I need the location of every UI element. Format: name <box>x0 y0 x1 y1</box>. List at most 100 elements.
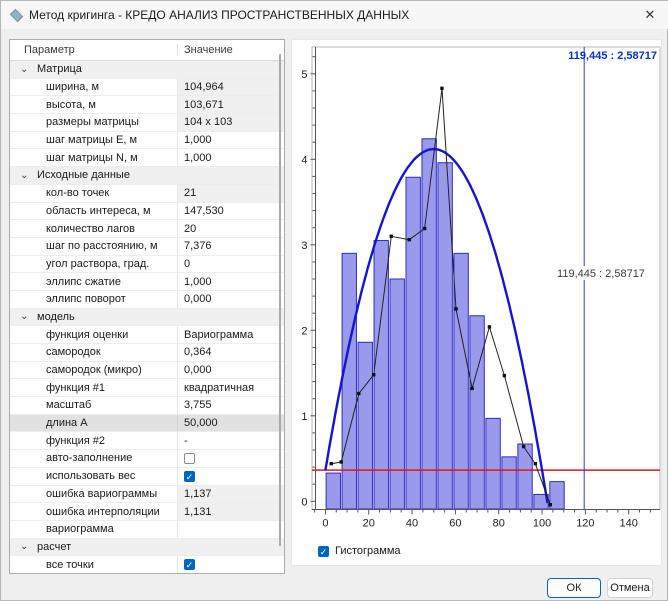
parameter-table: Параметр Значение ⌄Матрицаширина, м104,9… <box>9 39 285 574</box>
histogram-bar <box>406 177 420 509</box>
y-tick-label: 5 <box>301 69 307 81</box>
param-row[interactable]: ширина, м104,964 <box>10 79 284 97</box>
variogram-chart-panel: 020406080100120140012345119,445 : 2,5871… <box>291 39 662 566</box>
variogram-chart[interactable]: 020406080100120140012345119,445 : 2,5871… <box>292 40 663 567</box>
param-label: все точки <box>10 556 178 573</box>
crosshair-value-label-mid: 119,445 : 2,58717 <box>557 268 645 280</box>
param-label: эллипс сжатие <box>10 273 178 290</box>
variogram-point <box>423 227 426 230</box>
param-row[interactable]: количество лагов20 <box>10 220 284 238</box>
param-row[interactable]: авто-заполнение <box>10 450 284 468</box>
chevron-down-icon[interactable]: ⌄ <box>20 170 37 181</box>
param-label: ошибка интерполяции <box>10 503 178 520</box>
histogram-legend: ✓ Гистограмма <box>318 545 401 557</box>
param-value[interactable]: 1,000 <box>178 132 284 149</box>
cancel-button[interactable]: Отмена <box>607 578 653 598</box>
group-filler <box>178 167 284 184</box>
param-value[interactable]: 1,000 <box>178 273 284 290</box>
variogram-point <box>440 87 443 90</box>
param-row[interactable]: эллипс сжатие1,000 <box>10 273 284 291</box>
param-value[interactable]: 0,000 <box>178 362 284 379</box>
param-value[interactable]: 0,000 <box>178 291 284 308</box>
variogram-point <box>470 387 473 390</box>
param-row[interactable]: все точки ✓ <box>10 556 284 574</box>
y-tick-label: 3 <box>301 240 307 252</box>
param-row[interactable]: функция оценкиВариограмма <box>10 326 284 344</box>
param-label: угол раствора, град. <box>10 256 178 273</box>
chevron-down-icon[interactable]: ⌄ <box>20 64 37 75</box>
param-value[interactable]: 20 <box>178 220 284 237</box>
param-row[interactable]: функция #1квадратичная <box>10 379 284 397</box>
param-label: ⌄Матрица <box>10 61 178 78</box>
param-row[interactable]: область интереса, м147,530 <box>10 203 284 221</box>
param-group-row[interactable]: ⌄Матрица <box>10 61 284 79</box>
x-tick-label: 0 <box>322 518 328 530</box>
param-row[interactable]: эллипс поворот0,000 <box>10 291 284 309</box>
param-value: 103,671 <box>178 96 284 113</box>
histogram-bar <box>518 444 532 509</box>
group-filler <box>178 539 284 556</box>
param-value[interactable]: Вариограмма <box>178 326 284 343</box>
variogram-point <box>549 503 552 506</box>
param-group-row[interactable]: ⌄Исходные данные <box>10 167 284 185</box>
param-row[interactable]: угол раствора, град.0 <box>10 256 284 274</box>
close-icon[interactable]: ✕ <box>637 5 663 25</box>
histogram-bar <box>390 279 404 509</box>
param-label: область интереса, м <box>10 203 178 220</box>
chevron-down-icon[interactable]: ⌄ <box>20 541 37 552</box>
param-row[interactable]: высота, м103,671 <box>10 96 284 114</box>
param-value[interactable] <box>178 521 284 538</box>
param-value[interactable]: - <box>178 432 284 449</box>
vertical-scrollbar[interactable] <box>279 54 281 546</box>
param-row[interactable]: ошибка интерполяции1,131 <box>10 503 284 521</box>
variogram-point <box>522 445 525 448</box>
param-value[interactable]: 147,530 <box>178 203 284 220</box>
param-value: 21 <box>178 185 284 202</box>
param-row[interactable]: кол-во точек21 <box>10 185 284 203</box>
param-label: кол-во точек <box>10 185 178 202</box>
histogram-bar <box>326 473 340 509</box>
variogram-point <box>488 325 491 328</box>
histogram-checkbox[interactable]: ✓ <box>318 546 329 557</box>
x-tick-label: 120 <box>576 518 594 530</box>
param-row[interactable]: размеры матрицы104 x 103 <box>10 114 284 132</box>
variogram-point <box>390 235 393 238</box>
chevron-down-icon[interactable]: ⌄ <box>20 311 37 322</box>
ok-button[interactable]: ОК <box>547 578 601 598</box>
y-tick-label: 1 <box>301 411 307 423</box>
param-row[interactable]: шаг по расстоянию, м7,376 <box>10 238 284 256</box>
param-label: эллипс поворот <box>10 291 178 308</box>
param-row[interactable]: длина A50,000 <box>10 415 284 433</box>
param-value[interactable]: 0,364 <box>178 344 284 361</box>
param-label: функция оценки <box>10 326 178 343</box>
param-value[interactable]: 7,376 <box>178 238 284 255</box>
param-value[interactable]: ✓ <box>178 468 284 485</box>
x-tick-label: 40 <box>406 518 418 530</box>
param-label: вариограмма <box>10 521 178 538</box>
title-bar: Метод кригинга - КРЕДО АНАЛИЗ ПРОСТРАНСТ… <box>1 1 668 29</box>
param-row[interactable]: функция #2- <box>10 432 284 450</box>
param-row[interactable]: шаг матрицы N, м1,000 <box>10 149 284 167</box>
param-value[interactable] <box>178 450 284 467</box>
param-row[interactable]: шаг матрицы E, м1,000 <box>10 132 284 150</box>
param-label: масштаб <box>10 397 178 414</box>
param-value[interactable]: 3,755 <box>178 397 284 414</box>
param-value[interactable]: ✓ <box>178 556 284 573</box>
param-label: функция #2 <box>10 432 178 449</box>
checkbox-unchecked[interactable] <box>184 453 195 464</box>
param-group-row[interactable]: ⌄расчет <box>10 539 284 557</box>
param-value[interactable]: квадратичная <box>178 379 284 396</box>
param-row[interactable]: использовать вес✓ <box>10 468 284 486</box>
param-group-row[interactable]: ⌄модель <box>10 309 284 327</box>
param-row[interactable]: самородок0,364 <box>10 344 284 362</box>
param-value[interactable]: 0 <box>178 256 284 273</box>
param-value: 50,000 <box>178 415 284 432</box>
param-row[interactable]: самородок (микро)0,000 <box>10 362 284 380</box>
param-row[interactable]: ошибка вариограммы1,137 <box>10 486 284 504</box>
param-value[interactable]: 1,000 <box>178 149 284 166</box>
param-row[interactable]: вариограмма <box>10 521 284 539</box>
param-row[interactable]: масштаб3,755 <box>10 397 284 415</box>
checkbox-checked[interactable]: ✓ <box>184 559 195 570</box>
checkbox-checked[interactable]: ✓ <box>184 471 195 482</box>
histogram-bar <box>502 457 516 509</box>
